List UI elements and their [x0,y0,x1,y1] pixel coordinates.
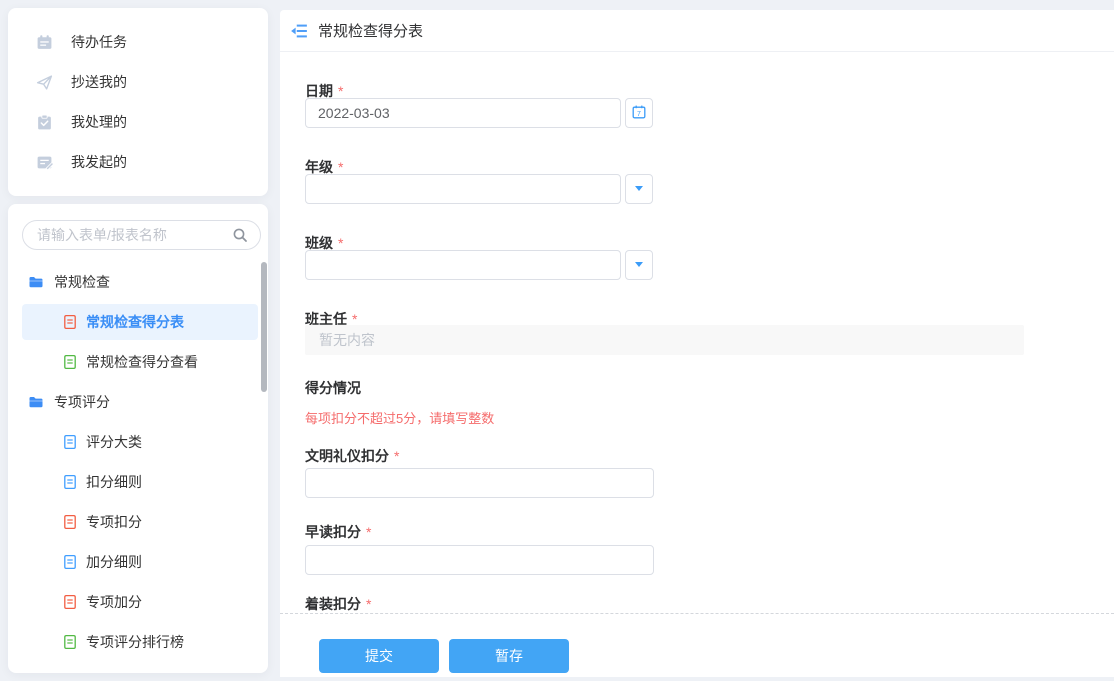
calendar-task-icon [36,34,53,51]
class-select[interactable] [305,250,621,280]
menu-item-todo-tasks[interactable]: 待办任务 [8,22,268,62]
calendar-icon: 7 [631,104,647,123]
menu-item-handled-by-me[interactable]: 我处理的 [8,102,268,142]
date-input[interactable] [305,98,621,128]
tree-item-label: 评分大类 [86,434,142,450]
empty-placeholder-text: 暂无内容 [319,332,375,348]
tree-item-rating-categories[interactable]: 评分大类 [8,422,268,462]
form-title: 常规检查得分表 [318,23,424,40]
required-marker: * [394,448,400,464]
tree-item-label: 常规检查得分查看 [86,354,198,370]
document-icon [62,554,78,570]
footer-divider [280,613,1114,614]
document-icon [62,634,78,650]
document-icon [62,314,78,330]
score-hint-text: 每项扣分不超过5分，请填写整数 [305,411,495,426]
form-tree-card: 常规检查 常规检查得分表 常规检查得分查看 专项评分 评分大类 [8,204,268,673]
tree-item-score-view[interactable]: 常规检查得分查看 [8,342,268,382]
chevron-down-icon [631,256,647,275]
tree-item-bonus-rules[interactable]: 加分细则 [8,542,268,582]
menu-item-cc-to-me[interactable]: 抄送我的 [8,62,268,102]
tree-item-special-deduction[interactable]: 专项扣分 [8,502,268,542]
tree-item-special-bonus[interactable]: 专项加分 [8,582,268,622]
menu-item-label: 我处理的 [71,114,127,130]
civility-deduction-input[interactable] [305,468,654,498]
tree-item-label: 专项评分排行榜 [86,634,184,650]
document-icon [62,354,78,370]
dress-deduction-label: 着装扣分 * [305,596,372,612]
clipboard-check-icon [36,114,53,131]
form-search-box [22,220,261,250]
required-marker: * [366,524,372,540]
tree-item-score-form[interactable]: 常规检查得分表 [8,302,268,342]
form-tree: 常规检查 常规检查得分表 常规检查得分查看 专项评分 评分大类 扣分细则 专项扣… [8,262,268,662]
chevron-down-icon [631,180,647,199]
submit-button[interactable]: 提交 [319,639,439,673]
tree-scrollbar-thumb[interactable] [261,262,267,392]
tree-item-label: 专项加分 [86,594,142,610]
menu-item-label: 抄送我的 [71,74,127,90]
svg-text:7: 7 [637,110,641,117]
tree-item-label: 专项扣分 [86,514,142,530]
grade-select[interactable] [305,174,621,204]
tree-item-label: 常规检查得分表 [86,314,184,330]
date-picker-button[interactable]: 7 [625,98,653,128]
tree-item-rating-ranking[interactable]: 专项评分排行榜 [8,622,268,662]
menu-item-initiated-by-me[interactable]: 我发起的 [8,142,268,182]
tree-group-label: 专项评分 [54,394,110,410]
required-marker: * [338,83,344,99]
folder-icon [28,274,44,290]
quick-menu-card: 待办任务 抄送我的 我处理的 我发起的 [8,8,268,196]
main-form-panel: 常规检查得分表 日期* 7 年级* 班级* 班主任* 暂无内容 得分情况 每项扣… [280,10,1114,677]
folder-icon [28,394,44,410]
document-edit-icon [36,154,55,171]
required-marker: * [338,159,344,175]
document-icon [62,514,78,530]
paper-plane-icon [36,74,53,91]
head-teacher-readonly-field: 暂无内容 [305,325,1024,355]
required-marker: * [366,596,372,612]
morning-reading-deduction-input[interactable] [305,545,654,575]
menu-item-label: 待办任务 [71,34,127,50]
document-icon [62,434,78,450]
document-icon [62,474,78,490]
civility-deduction-label: 文明礼仪扣分 * [305,448,400,464]
tree-item-deduction-rules[interactable]: 扣分细则 [8,462,268,502]
tree-group-label: 常规检查 [54,274,110,290]
tree-item-label: 加分细则 [86,554,142,570]
search-icon[interactable] [232,227,248,243]
collapse-outdent-icon[interactable] [290,22,308,40]
morning-reading-deduction-label: 早读扣分 * [305,524,372,540]
tree-item-label: 扣分细则 [86,474,142,490]
grade-dropdown-button[interactable] [625,174,653,204]
document-icon [62,594,78,610]
form-header: 常规检查得分表 [280,10,1114,52]
menu-item-label: 我发起的 [71,154,127,170]
tree-group-special-rating[interactable]: 专项评分 [8,382,268,422]
search-input[interactable] [37,227,232,243]
score-section-label: 得分情况 [305,380,361,396]
tree-group-regular-inspection[interactable]: 常规检查 [8,262,268,302]
class-dropdown-button[interactable] [625,250,653,280]
save-draft-button[interactable]: 暂存 [449,639,569,673]
required-marker: * [338,235,344,251]
